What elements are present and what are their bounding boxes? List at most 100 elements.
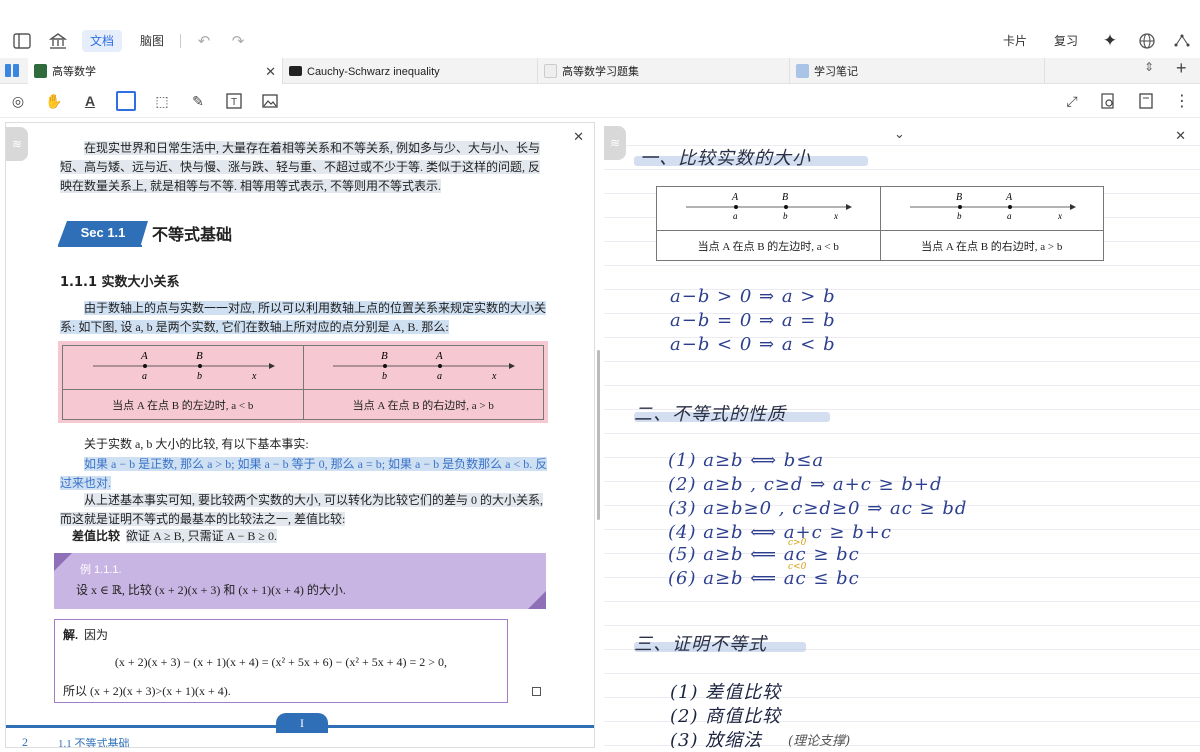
mindmap-view-button[interactable]: 脑图 [140,30,164,52]
sidebar-toggle-icon[interactable] [12,31,32,51]
library-icon[interactable] [48,31,68,51]
comparison-rule-2: a−b = 0 ⇒ a = b [670,310,836,331]
corner-decoration [528,591,546,609]
image-icon[interactable] [260,91,280,111]
tab-advanced-math[interactable]: 高等数学 ✕ [28,58,283,84]
value-label-b: b [783,211,788,221]
comparison-rule-1: a−b > 0 ⇒ a > b [670,286,836,307]
close-icon[interactable]: ✕ [265,58,276,86]
para4-text: 从上述基本事实可知, 要比较两个实数的大小, 可以转化为比较它们的差与 0 的大… [60,493,544,526]
value-label-b: b [382,371,387,382]
corner-decoration [54,553,72,571]
paragraph-4: 从上述基本事实可知, 要比较两个实数的大小, 可以转化为比较它们的差与 0 的大… [60,491,550,529]
add-tab-icon[interactable]: + [1176,58,1187,79]
difference-comparison: 差值比较 欲证 A ≥ B, 只需证 A − B ≥ 0. [72,527,552,546]
text-box-icon[interactable]: T [224,91,244,111]
tab-exercise-book[interactable]: 高等数学习题集 [538,58,790,84]
condition-c-positive: c>0 [788,538,807,548]
notes-pane[interactable]: ≋ ⌄ ✕ 一、比较实数的大小 A B a b x B A b a x 当点 A… [604,122,1200,748]
rectangle-select-icon[interactable] [116,91,136,111]
intro-paragraph: 在现实世界和日常生活中, 大量存在着相等关系和不等关系, 例如多与少、大与小、长… [60,139,550,196]
paragraph-1: 由于数轴上的点与实数一一对应, 所以可以利用数轴上点的位置关系来规定实数的大小关… [60,299,550,337]
tab-cauchy-schwarz[interactable]: Cauchy-Schwarz inequality [283,58,538,84]
search-document-icon[interactable] [1098,91,1118,111]
example-tag: 例 1.1.1. [80,564,122,576]
intro-text: 在现实世界和日常生活中, 大量存在着相等关系和不等关系, 例如多与少、大与小、长… [60,141,541,193]
close-pane-icon[interactable]: ✕ [1175,128,1186,144]
qed-square-icon [532,687,541,696]
number-line-figure: A B a b x B A b a x 当点 A 在点 B 的左边时, a < … [58,341,548,423]
undo-icon[interactable]: ↶ [194,31,214,51]
footer-section: 1.1 不等式基础 [58,738,130,748]
chevron-down-icon[interactable]: ⌄ [894,126,905,142]
notes-outline-toggle-icon[interactable]: ≋ [604,126,626,160]
point-label-a: A [731,192,739,203]
notes-number-line-figure: A B a b x B A b a x 当点 A 在点 B 的左边时, a < … [656,186,1104,261]
tab-label: 高等数学习题集 [562,66,639,78]
close-pane-icon[interactable]: ✕ [573,129,584,145]
paragraph-2: 关于实数 a, b 大小的比较, 有以下基本事实: [84,437,309,451]
tab-bar: 高等数学 ✕ Cauchy-Schwarz inequality 高等数学习题集… [0,58,1200,84]
example-box: 例 1.1.1. 设 x ∈ ℝ, 比较 (x + 2)(x + 3) 和 (x… [54,553,546,609]
solution-label: 解. [63,628,79,642]
method-1: (1) 差值比较 [670,682,782,703]
diff-label: 差值比较 [72,529,121,543]
diff-text: 欲证 A ≥ B, 只需证 A − B ≥ 0. [126,529,277,543]
document-icon [544,64,557,78]
section-badge: Sec 1.1 [58,221,148,245]
outline-toggle-icon[interactable]: ≋ [6,127,28,161]
notes-left-caption: 当点 A 在点 B 的左边时, a < b [656,230,881,261]
divider [180,34,181,48]
value-label-a: a [437,371,442,382]
property-1: (1) a≥b ⟺ b≤a [668,450,825,471]
comparison-rule-3: a−b < 0 ⇒ a < b [670,334,836,355]
value-label-a: a [142,371,147,382]
method-2: (2) 商值比较 [670,706,782,727]
notebook-icon [796,64,809,78]
review-button[interactable]: 复习 [1054,30,1078,52]
area-capture-icon[interactable]: ⬚ [152,91,172,111]
annotation-toolbar: ◎ ✋ A ⬚ ✎ T ⤢ ⋮ [0,84,1200,118]
point-label-a: A [1005,192,1013,203]
axis-label-x: x [833,211,838,221]
fullscreen-icon[interactable]: ⤢ [1062,91,1082,111]
number-line-left: A B a b x [62,345,304,390]
redo-icon[interactable]: ↷ [228,31,248,51]
subsection-title: 1.1.1 实数大小关系 [60,275,180,290]
notes-heading-2: 二、不等式的性质 [634,404,786,425]
property-4: (4) a≥b ⟺ a+c ≥ b+c [668,522,892,543]
point-label-b: B [196,350,203,362]
tab-study-notes[interactable]: 学习笔记 [790,58,1045,84]
ai-sparkle-icon[interactable]: ✦ [1100,31,1120,51]
view-mode-icon[interactable]: ◎ [8,91,28,111]
split-view-icon[interactable] [5,64,19,77]
point-label-b: B [956,192,962,203]
notes-heading-1: 一、比较实数的大小 [640,148,811,169]
web-icon[interactable] [1137,31,1157,51]
more-options-icon[interactable]: ⋮ [1172,91,1192,111]
document-icon [289,66,302,76]
property-6: (6) a≥b ⟸ ac ≤ bc [668,568,860,589]
card-button[interactable]: 卡片 [1003,30,1027,52]
svg-text:T: T [231,97,237,108]
doc-view-button[interactable]: 文档 [82,30,123,52]
solution-lead: 因为 [84,628,109,642]
point-label-a: A [140,350,148,362]
example-body: 设 x ∈ ℝ, 比较 (x + 2)(x + 3) 和 (x + 1)(x +… [76,583,346,597]
text-highlight-icon[interactable]: A [80,91,100,111]
notes-number-line-left: A B a b x [656,186,881,231]
book-icon [34,64,47,78]
pdf-viewer-pane[interactable]: ≋ ✕ 在现实世界和日常生活中, 大量存在着相等关系和不等关系, 例如多与少、大… [5,122,595,748]
more-icon[interactable] [1172,31,1192,51]
notes-right-caption: 当点 A 在点 B 的右边时, a > b [879,230,1104,261]
property-2: (2) a≥b , c≥d ⇒ a+c ≥ b+d [668,474,943,495]
pane-resize-handle[interactable] [597,350,600,520]
pen-icon[interactable]: ✎ [188,91,208,111]
tab-list-icon[interactable]: ⇕ [1144,60,1154,74]
bookmark-icon[interactable] [1136,91,1156,111]
hand-tool-icon[interactable]: ✋ [44,91,64,111]
point-label-b: B [381,350,388,362]
condition-c-negative: c<0 [788,562,807,572]
tab-label: Cauchy-Schwarz inequality [307,66,440,78]
solution-equation: (x + 2)(x + 3) − (x + 1)(x + 4) = (x² + … [114,655,448,669]
